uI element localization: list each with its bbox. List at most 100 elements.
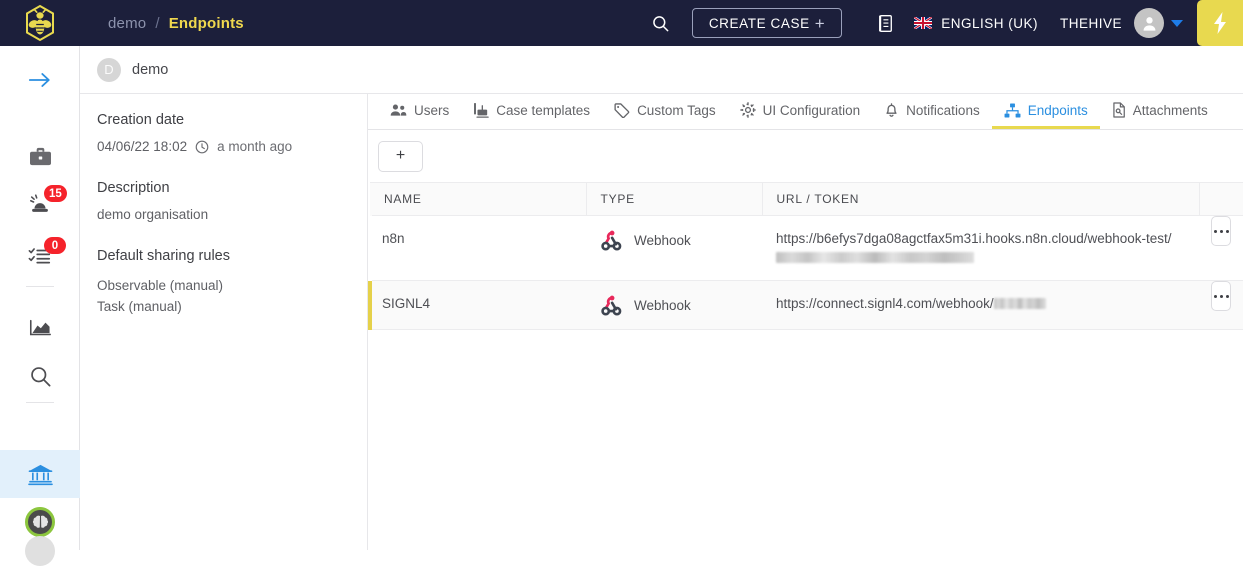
search-icon <box>30 366 50 386</box>
row-actions-button[interactable] <box>1211 281 1231 311</box>
chevron-down-icon <box>1171 19 1183 27</box>
ellipsis-icon <box>1213 229 1217 233</box>
global-search-button[interactable] <box>644 6 678 40</box>
brain-icon <box>32 515 48 528</box>
sitemap-icon <box>1004 102 1021 118</box>
creation-date-group: Creation date 04/06/22 18:02 a month ago <box>97 112 367 154</box>
sidebar-item-organisation[interactable] <box>0 450 80 498</box>
organisation-name: demo <box>132 61 169 78</box>
table-row[interactable]: n8n Webhook https://b6efys7dga08agctfax5… <box>370 215 1243 281</box>
cortex-badge <box>25 507 55 537</box>
tab-custom-tags[interactable]: Custom Tags <box>602 94 728 129</box>
breadcrumb-current: Endpoints <box>168 14 244 32</box>
create-case-plus: + <box>814 13 826 33</box>
tab-endpoints-label: Endpoints <box>1027 102 1088 118</box>
app-logo[interactable] <box>0 0 80 46</box>
icon-rail: 15 0 <box>0 46 80 566</box>
table-header: NAME TYPE URL / TOKEN <box>370 182 1243 216</box>
tab-custom-tags-label: Custom Tags <box>637 102 716 118</box>
search-icon <box>653 15 669 31</box>
gear-icon <box>739 102 756 118</box>
breadcrumb: demo / Endpoints <box>108 15 244 32</box>
rail-divider-1 <box>26 286 54 287</box>
tab-users[interactable]: Users <box>378 94 461 129</box>
sharing-rules-label: Default sharing rules <box>97 248 230 264</box>
webhook-icon <box>601 230 622 251</box>
ellipsis-icon <box>1213 294 1217 298</box>
ellipsis-icon <box>1225 294 1229 298</box>
rail-divider-2 <box>26 402 54 403</box>
table-header-row: NAME TYPE URL / TOKEN <box>370 182 1243 216</box>
tab-endpoints[interactable]: Endpoints <box>991 94 1100 129</box>
language-selector[interactable]: ENGLISH (UK) <box>941 16 1038 31</box>
create-case-button[interactable]: CREATE CASE + <box>691 8 843 38</box>
column-header-type[interactable]: TYPE <box>586 182 763 216</box>
notes-book-icon <box>878 14 892 32</box>
briefcase-icon <box>29 147 51 165</box>
arrow-right-icon <box>28 73 50 87</box>
cell-name: SIGNL4 <box>368 280 586 330</box>
redacted-token <box>776 252 974 263</box>
sidebar-item-tasks[interactable]: 0 <box>0 232 80 280</box>
sharing-rule-observable: Observable (manual) <box>97 278 224 293</box>
description-label: Description <box>97 180 170 196</box>
tag-icon <box>614 102 630 118</box>
sidebar-item-dashboards[interactable] <box>0 304 80 352</box>
column-header-actions <box>1199 182 1243 216</box>
column-header-url-token[interactable]: URL / TOKEN <box>762 182 1200 216</box>
users-icon <box>390 104 407 116</box>
cell-url: https://b6efys7dga08agctfax5m31i.hooks.n… <box>762 215 1199 281</box>
tab-bar: Users Case templates Custom Tags UI Conf… <box>368 94 1243 130</box>
column-header-name[interactable]: NAME <box>370 182 587 216</box>
ellipsis-icon <box>1219 229 1223 233</box>
create-case-label: CREATE CASE <box>708 15 810 31</box>
notes-button[interactable] <box>868 6 902 40</box>
user-menu[interactable] <box>1134 8 1183 38</box>
tasks-badge: 0 <box>44 237 66 254</box>
breadcrumb-separator: / <box>155 14 160 32</box>
table-row[interactable]: SIGNL4 Webhook https://connect.signl4.co… <box>368 280 1243 330</box>
tab-attachments-label: Attachments <box>1132 102 1208 118</box>
row-actions-button[interactable] <box>1211 216 1231 246</box>
clock-icon <box>195 140 209 153</box>
tab-ui-configuration[interactable]: UI Configuration <box>728 94 873 129</box>
sidebar-item-search[interactable] <box>0 352 80 400</box>
uk-flag-icon <box>914 17 933 29</box>
tab-attachments[interactable]: Attachments <box>1100 94 1220 129</box>
sidebar-item-alerts[interactable]: 15 <box>0 180 80 228</box>
bank-organisation-icon <box>27 464 53 485</box>
organisation-avatar: D <box>97 57 121 82</box>
cell-url: https://connect.signl4.com/webhook/ <box>762 280 1199 330</box>
tab-users-label: Users <box>414 102 450 118</box>
creation-date-row: 04/06/22 18:02 a month ago <box>97 139 367 154</box>
creation-date-label: Creation date <box>97 112 185 128</box>
webhook-icon <box>601 295 622 316</box>
quick-actions-button[interactable] <box>1197 0 1243 46</box>
ellipsis-icon <box>1219 294 1223 298</box>
cell-type: Webhook <box>586 215 762 281</box>
redacted-token <box>993 298 1046 309</box>
tab-notifications[interactable]: Notifications <box>872 94 992 129</box>
description-value: demo organisation <box>97 207 209 222</box>
sharing-rules-group: Default sharing rules Observable (manual… <box>97 248 367 317</box>
user-name-label[interactable]: THEHIVE <box>1060 16 1122 31</box>
table-body: n8n Webhook https://b6efys7dga08agctfax5… <box>368 215 1243 330</box>
top-bar: demo / Endpoints CREATE CASE + ENGLISH (… <box>0 0 1243 46</box>
cell-type: Webhook <box>586 280 762 330</box>
bee-hexagon-logo <box>26 4 54 42</box>
file-icon <box>1113 102 1125 118</box>
tab-case-templates-label: Case templates <box>496 102 591 118</box>
organisation-header: D demo <box>80 46 1243 94</box>
cell-type-label: Webhook <box>634 298 691 313</box>
sidebar-item-cases[interactable] <box>0 132 80 180</box>
sidebar-item-expand[interactable] <box>0 56 80 104</box>
sharing-rule-task: Task (manual) <box>97 299 182 314</box>
tab-case-templates[interactable]: Case templates <box>461 94 602 129</box>
cell-actions <box>1199 280 1243 330</box>
tab-notifications-label: Notifications <box>906 102 980 118</box>
cell-url-text: https://b6efys7dga08agctfax5m31i.hooks.n… <box>776 231 1172 246</box>
sidebar-item-bottom[interactable] <box>25 536 55 566</box>
user-avatar-icon <box>1143 16 1155 31</box>
add-endpoint-button[interactable]: + <box>378 140 423 172</box>
breadcrumb-parent[interactable]: demo <box>108 15 146 32</box>
